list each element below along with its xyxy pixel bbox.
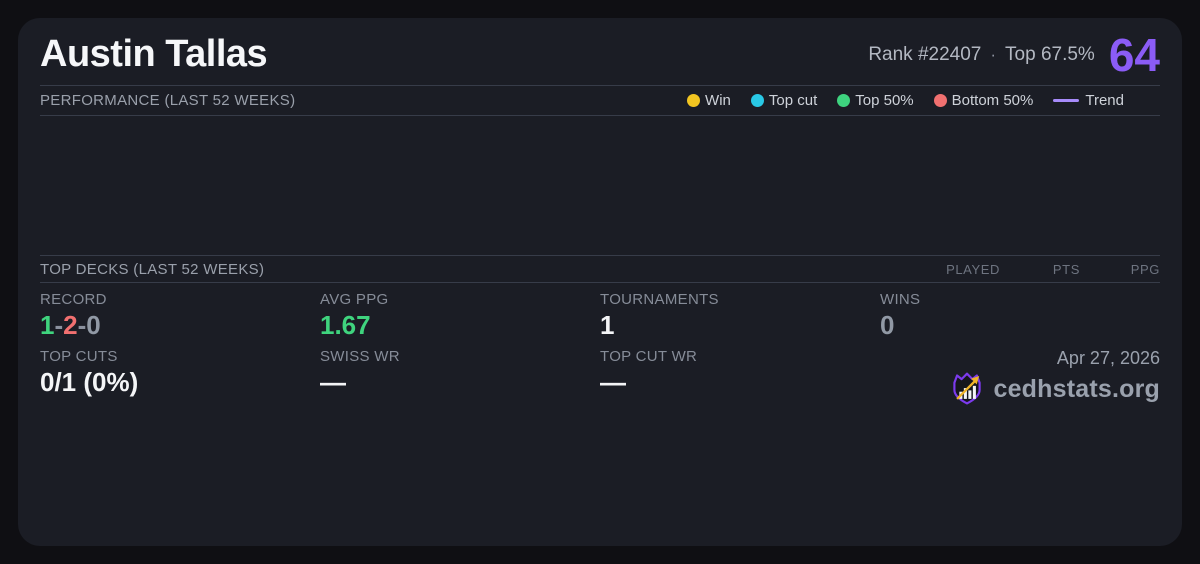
stat-label: TOURNAMENTS — [600, 291, 719, 308]
stat-top-cut-wr: TOP CUT WR — — [600, 348, 880, 546]
record-wins: 1 — [40, 310, 55, 340]
stats-grid: RECORD 1-2-0 AVG PPG 1.67 TOURNAMENTS 1 … — [40, 283, 1160, 546]
wins-value: 0 — [880, 310, 895, 340]
stat-label: WINS — [880, 291, 921, 308]
top-cut-dot-icon — [750, 94, 764, 107]
footer-brand-block: Apr 27, 2026 cedhstats.org — [880, 348, 1160, 546]
stat-label: TOP CUTS — [40, 348, 118, 365]
performance-section-title: PERFORMANCE (LAST 52 WEEKS) — [40, 92, 296, 109]
record-value: 1-2-0 — [40, 310, 320, 341]
stat-wins: WINS 0 — [880, 291, 1160, 345]
stat-label: RECORD — [40, 291, 107, 308]
top-decks-section-title: TOP DECKS (LAST 52 WEEKS) — [40, 260, 265, 278]
top-decks-section-bar: TOP DECKS (LAST 52 WEEKS) PLAYED PTS PPG — [40, 256, 1160, 283]
win-dot-icon — [687, 94, 701, 107]
legend-item-trend: Trend — [1053, 92, 1124, 109]
legend-item-win: Win — [687, 92, 731, 109]
page-background: { "player": { "name": "Austin Tallas", "… — [0, 0, 1200, 564]
stat-tournaments: TOURNAMENTS 1 — [600, 291, 880, 345]
record-losses: 2 — [63, 310, 78, 340]
top-50-dot-icon — [837, 94, 851, 107]
bottom-50-dot-icon — [933, 94, 947, 107]
stat-label: TOP CUT WR — [600, 348, 698, 365]
record-separator: - — [77, 310, 87, 340]
rank-text: Rank #22407 · Top 67.5% — [868, 44, 1095, 66]
legend-label: Top cut — [768, 92, 818, 109]
rank-separator: · — [990, 44, 997, 64]
rank-number: Rank #22407 — [868, 43, 982, 65]
swiss-wr-value: — — [320, 367, 346, 397]
card-header: Austin Tallas Rank #22407 · Top 67.5% 64 — [40, 18, 1160, 86]
top-decks-column-headers: PLAYED PTS PPG — [920, 262, 1160, 277]
player-name: Austin Tallas — [40, 33, 268, 75]
column-header-pts: PTS — [1052, 261, 1080, 277]
player-stats-card: Austin Tallas Rank #22407 · Top 67.5% 64… — [18, 18, 1182, 546]
legend-label: Trend — [1085, 92, 1124, 109]
stat-swiss-wr: SWISS WR — — [320, 348, 600, 546]
legend-label: Top 50% — [855, 92, 914, 109]
legend-label: Win — [705, 92, 731, 109]
trend-line-icon — [1053, 99, 1080, 102]
top-cuts-value: 0/1 (0%) — [40, 367, 139, 397]
column-header-ppg: PPG — [1130, 261, 1160, 277]
site-name: cedhstats.org — [993, 374, 1160, 403]
legend-item-top-cut: Top cut — [750, 92, 818, 109]
top-cut-wr-value: — — [600, 367, 626, 397]
legend-label: Bottom 50% — [951, 92, 1034, 109]
generated-date: Apr 27, 2026 — [1056, 348, 1160, 368]
chart-legend: Win Top cut Top 50% Bottom 50% Trend — [687, 92, 1124, 109]
cedhstats-logo-icon — [953, 372, 982, 405]
record-separator: - — [54, 310, 64, 340]
avg-ppg-value: 1.67 — [320, 310, 371, 340]
stat-avg-ppg: AVG PPG 1.67 — [320, 291, 600, 345]
performance-chart-area — [40, 116, 1160, 256]
record-draws: 0 — [86, 310, 101, 340]
player-score: 64 — [1108, 28, 1160, 81]
legend-item-bottom-50: Bottom 50% — [933, 92, 1034, 109]
legend-item-top-50: Top 50% — [837, 92, 914, 109]
rank-block: Rank #22407 · Top 67.5% 64 — [868, 32, 1160, 78]
top-percent: Top 67.5% — [1005, 43, 1095, 65]
stat-top-cuts: TOP CUTS 0/1 (0%) — [40, 348, 320, 546]
performance-section-bar: PERFORMANCE (LAST 52 WEEKS) Win Top cut … — [40, 86, 1160, 116]
column-header-played: PLAYED — [946, 261, 1000, 277]
stat-record: RECORD 1-2-0 — [40, 291, 320, 345]
brand-row: cedhstats.org — [949, 371, 1160, 407]
stat-label: SWISS WR — [320, 348, 400, 365]
stat-label: AVG PPG — [320, 291, 389, 308]
tournaments-value: 1 — [600, 310, 615, 340]
